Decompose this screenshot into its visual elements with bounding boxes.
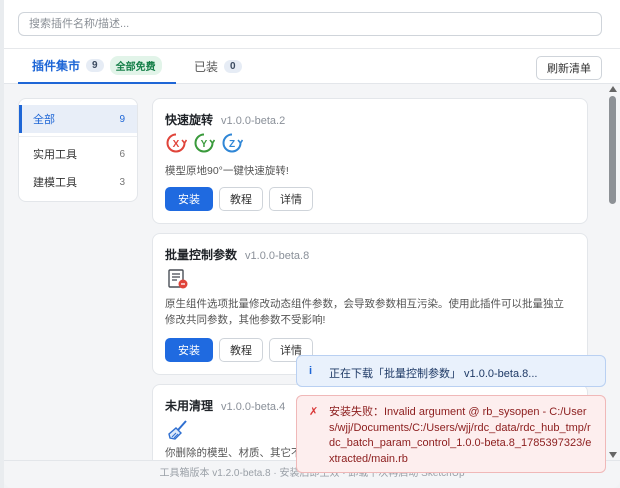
plugin-title: 未用清理 (165, 399, 214, 413)
category-label: 全部 (33, 114, 55, 126)
download-info-toast: i 正在下载「批量控制参数」 v1.0.0-beta.8... (296, 355, 606, 387)
tab-market-count: 9 (86, 59, 104, 72)
info-icon: i (309, 365, 313, 377)
plugin-actions: 安装 教程 详情 (165, 338, 313, 362)
search-input[interactable] (18, 12, 602, 36)
tab-bar: 插件集市 9 全部免费 已装 0 刷新清单 (4, 48, 620, 84)
details-button[interactable]: 详情 (269, 187, 313, 211)
svg-text:X: X (173, 139, 180, 150)
rotate-z-icon: Z (222, 133, 243, 153)
category-count: 6 (119, 148, 125, 160)
tab-market-label: 插件集市 (32, 59, 81, 73)
svg-text:Z: Z (229, 139, 235, 150)
svg-text:Y: Y (201, 139, 208, 150)
toast-message: 正在下载「批量控制参数」 v1.0.0-beta.8... (329, 368, 538, 380)
tutorial-button[interactable]: 教程 (219, 187, 263, 211)
scroll-up-icon[interactable] (609, 86, 617, 92)
refresh-list-button[interactable]: 刷新清单 (536, 56, 602, 80)
plugin-version: v1.0.0-beta.4 (221, 401, 286, 413)
category-label: 建模工具 (33, 177, 77, 189)
plugin-header: 未用清理 v1.0.0-beta.4 (165, 397, 285, 414)
tutorial-button[interactable]: 教程 (219, 338, 263, 362)
search-bar (4, 0, 620, 48)
rotate-x-icon: X (166, 133, 187, 153)
broom-icon (168, 420, 187, 440)
category-all[interactable]: 全部 9 (19, 105, 137, 133)
install-error-toast: ✗ 安装失败：Invalid argument @ rb_sysopen - C… (296, 395, 606, 473)
rotate-axis-icons: X Y Z (165, 132, 243, 154)
category-count: 3 (119, 176, 125, 188)
plugin-title: 快速旋转 (165, 113, 214, 127)
scroll-thumb[interactable] (609, 96, 616, 204)
plugin-header: 批量控制参数 v1.0.0-beta.8 (165, 246, 309, 263)
toast-message: 安装失败：Invalid argument @ rb_sysopen - C:/… (329, 406, 592, 465)
plugin-version: v1.0.0-beta.8 (245, 250, 310, 262)
scrollbar[interactable] (608, 86, 618, 458)
tab-installed-count: 0 (224, 60, 242, 73)
install-button[interactable]: 安装 (165, 338, 213, 362)
plugin-description: 原生组件选项批量修改动态组件参数，会导致参数相互污染。使用此插件可以批量独立修改… (165, 298, 564, 326)
tab-installed-label: 已装 (194, 60, 219, 74)
document-edit-icon (168, 269, 188, 289)
plugin-header: 快速旋转 v1.0.0-beta.2 (165, 111, 285, 128)
tab-market[interactable]: 插件集市 9 全部免费 (18, 49, 176, 84)
install-button[interactable]: 安装 (165, 187, 213, 211)
category-count: 9 (119, 113, 125, 125)
plugin-card: 快速旋转 v1.0.0-beta.2 X Y Z 模型原地90°一键快速旋转! … (152, 98, 588, 224)
category-divider (19, 136, 137, 137)
plugin-description: 模型原地90°一键快速旋转! (165, 165, 289, 177)
plugin-version: v1.0.0-beta.2 (221, 115, 286, 127)
plugin-actions: 安装 教程 详情 (165, 187, 313, 211)
plugin-card: 批量控制参数 v1.0.0-beta.8 原生组件选项批量修改动态组件参数，会导… (152, 233, 588, 375)
tab-installed[interactable]: 已装 0 (192, 49, 244, 84)
category-label: 实用工具 (33, 149, 77, 161)
category-utility-tools[interactable]: 实用工具 6 (19, 140, 137, 168)
category-modeling-tools[interactable]: 建模工具 3 (19, 168, 137, 196)
plugin-title: 批量控制参数 (165, 248, 238, 262)
error-icon: ✗ (309, 406, 319, 418)
scroll-down-icon[interactable] (609, 452, 617, 458)
category-sidebar: 全部 9 实用工具 6 建模工具 3 (18, 98, 138, 202)
free-badge: 全部免费 (109, 56, 162, 75)
rotate-y-icon: Y (194, 133, 215, 153)
